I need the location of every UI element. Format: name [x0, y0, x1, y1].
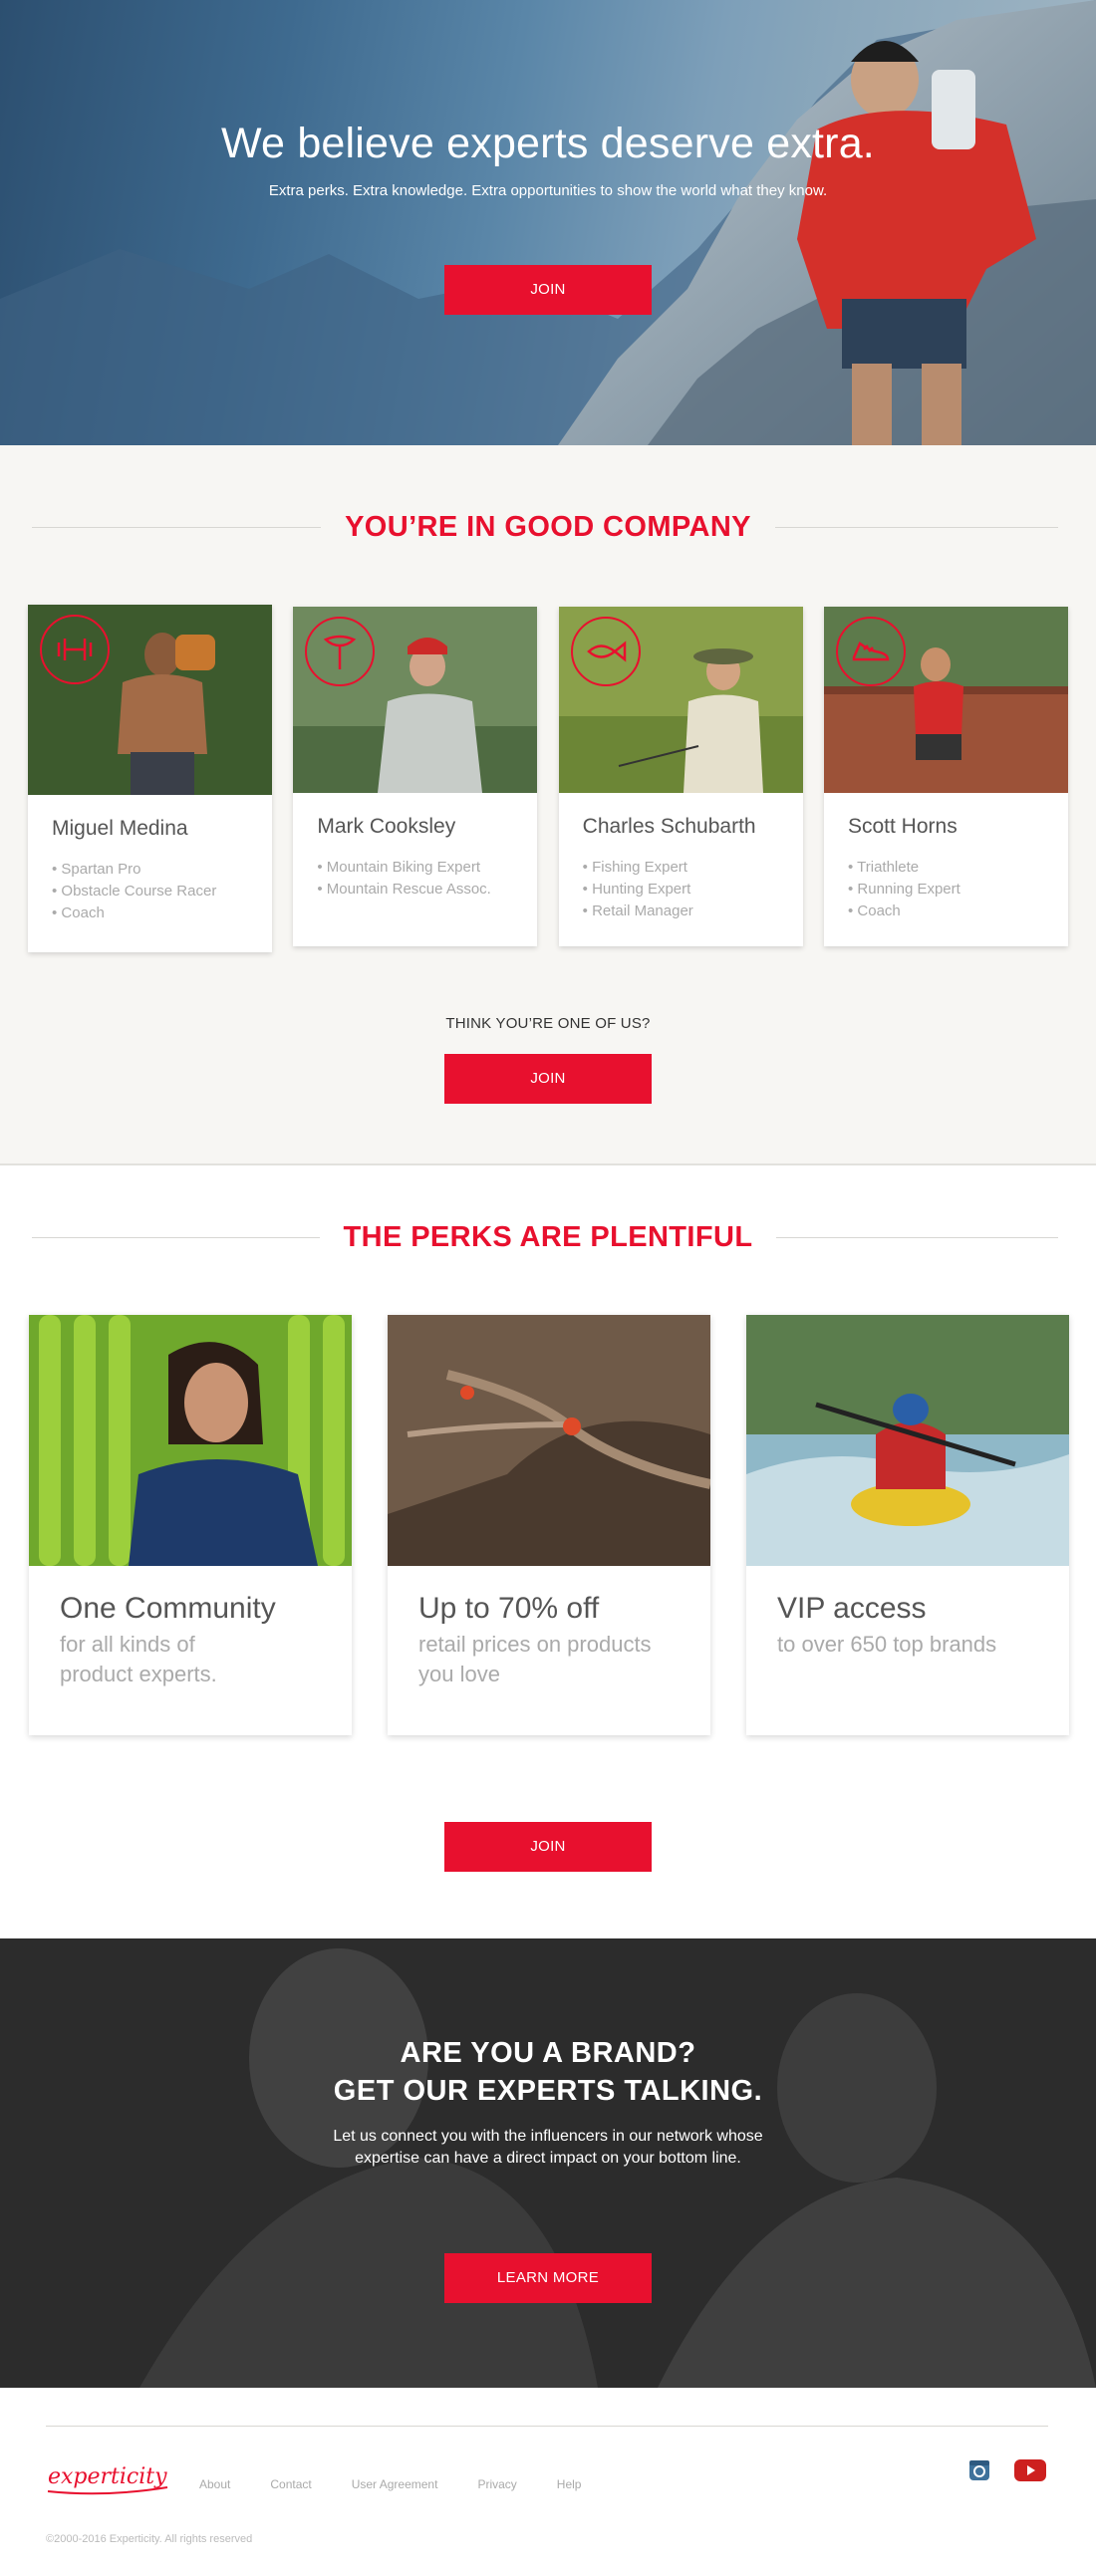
perks-heading-text: THE PERKS ARE PLENTIFUL: [319, 1220, 777, 1254]
perk-description: for all kinds of product experts.: [60, 1632, 217, 1686]
company-cta: THINK YOU’RE ONE OF US? JOIN: [0, 1015, 1096, 1104]
experticity-logo[interactable]: experticity: [46, 2457, 171, 2502]
expert-tag: Running Expert: [848, 879, 1044, 901]
expert-name: Miguel Medina: [52, 817, 188, 840]
perk-card[interactable]: One Community for all kinds of product e…: [29, 1315, 352, 1735]
perk-photo: [388, 1315, 710, 1566]
footer-rule: [46, 2426, 1048, 2427]
expert-photo: [28, 605, 272, 795]
youtube-icon[interactable]: [1014, 2459, 1046, 2486]
expert-tags: Spartan Pro Obstacle Course Racer Coach: [52, 859, 248, 924]
footer: experticity About Contact User Agreement…: [0, 2388, 1096, 2576]
hero-subtitle: Extra perks. Extra knowledge. Extra oppo…: [268, 182, 828, 199]
perk-photo: [746, 1315, 1069, 1566]
perks-cta: JOIN: [0, 1822, 1096, 1872]
perk-card[interactable]: VIP access to over 650 top brands: [746, 1315, 1069, 1735]
perks-section: THE PERKS ARE PLENTIFUL One Community fo…: [0, 1165, 1096, 1938]
instagram-icon[interactable]: [968, 2459, 990, 2486]
perks-join-button[interactable]: JOIN: [444, 1822, 652, 1872]
footer-link-contact[interactable]: Contact: [270, 2477, 311, 2491]
brand-description: Let us connect you with the influencers …: [0, 2126, 1096, 2170]
learn-more-button[interactable]: LEARN MORE: [444, 2253, 652, 2303]
perk-photo: [29, 1315, 352, 1566]
brand-section: ARE YOU A BRAND? GET OUR EXPERTS TALKING…: [0, 1938, 1096, 2388]
expert-body: Charles Schubarth Fishing Expert Hunting…: [559, 793, 803, 946]
expert-tag: Triathlete: [848, 857, 1044, 879]
perk-description: retail prices on products you love: [418, 1632, 652, 1686]
company-join-button[interactable]: JOIN: [444, 1054, 652, 1104]
expert-body: Miguel Medina Spartan Pro Obstacle Cours…: [28, 795, 272, 948]
expert-cards: Miguel Medina Spartan Pro Obstacle Cours…: [28, 605, 1068, 952]
footer-link-user-agreement[interactable]: User Agreement: [352, 2477, 438, 2491]
expert-tags: Fishing Expert Hunting Expert Retail Man…: [583, 857, 779, 922]
expert-card[interactable]: Charles Schubarth Fishing Expert Hunting…: [558, 607, 803, 946]
experticity-logo-image: experticity: [47, 2464, 168, 2495]
brand-content: ARE YOU A BRAND? GET OUR EXPERTS TALKING…: [0, 2034, 1096, 2303]
perk-body: One Community for all kinds of product e…: [29, 1566, 352, 1715]
bike-seat-icon: [305, 617, 376, 686]
expert-name: Charles Schubarth: [582, 815, 756, 838]
expert-tag: Obstacle Course Racer: [52, 881, 248, 902]
expert-card[interactable]: Mark Cooksley Mountain Biking Expert Mou…: [293, 607, 538, 946]
social-links: [968, 2459, 1046, 2486]
expert-photo: [823, 607, 1068, 793]
brand-title: ARE YOU A BRAND? GET OUR EXPERTS TALKING…: [0, 2034, 1096, 2110]
expert-photo: [293, 607, 538, 793]
perk-body: Up to 70% off retail prices on products …: [388, 1566, 710, 1715]
brand-description-line1: Let us connect you with the influencers …: [333, 2128, 763, 2145]
fish-icon: [570, 617, 641, 686]
expert-tag: Retail Manager: [583, 901, 779, 922]
brand-title-line1: ARE YOU A BRAND?: [400, 2037, 696, 2069]
hero-join-button[interactable]: JOIN: [444, 265, 652, 315]
footer-link-about[interactable]: About: [199, 2477, 230, 2491]
hero-title: We believe experts deserve extra.: [221, 120, 875, 167]
expert-tag: Fishing Expert: [583, 857, 779, 879]
perk-title: Up to 70% off: [418, 1592, 600, 1625]
running-shoe-icon: [835, 617, 906, 686]
expert-body: Mark Cooksley Mountain Biking Expert Mou…: [293, 793, 537, 924]
footer-link-privacy[interactable]: Privacy: [477, 2477, 516, 2491]
expert-body: Scott Horns Triathlete Running Expert Co…: [824, 793, 1068, 946]
expert-tag: Mountain Biking Expert: [317, 857, 513, 879]
expert-tag: Mountain Rescue Assoc.: [317, 879, 513, 901]
expert-card[interactable]: Miguel Medina Spartan Pro Obstacle Cours…: [28, 605, 272, 952]
company-heading-text: YOU’RE IN GOOD COMPANY: [321, 510, 775, 544]
footer-link-help[interactable]: Help: [557, 2477, 582, 2491]
expert-tag: Coach: [52, 902, 248, 924]
footer-nav: About Contact User Agreement Privacy Hel…: [199, 2477, 621, 2491]
brand-description-line2: expertise can have a direct impact on yo…: [355, 2150, 741, 2167]
hero-content: We believe experts deserve extra. Extra …: [0, 120, 1096, 315]
perk-photo-image: [388, 1315, 710, 1566]
perk-title: VIP access: [777, 1592, 927, 1625]
expert-tag: Hunting Expert: [583, 879, 779, 901]
copyright: ©2000-2016 Experticity. All rights reser…: [46, 2533, 253, 2545]
perks-heading: THE PERKS ARE PLENTIFUL: [0, 1217, 1096, 1257]
expert-photo: [558, 607, 803, 793]
perk-photo-image: [29, 1315, 352, 1566]
company-heading: YOU’RE IN GOOD COMPANY: [0, 507, 1096, 547]
perk-description: to over 650 top brands: [777, 1632, 997, 1657]
expert-tag: Coach: [848, 901, 1044, 922]
hero-banner: We believe experts deserve extra. Extra …: [0, 0, 1096, 445]
expert-tags: Mountain Biking Expert Mountain Rescue A…: [317, 857, 513, 901]
brand-title-line2: GET OUR EXPERTS TALKING.: [333, 2075, 763, 2107]
dumbbell-icon: [40, 615, 110, 684]
good-company-section: YOU’RE IN GOOD COMPANY Miguel Medina • S…: [0, 445, 1096, 1165]
company-cta-prompt: THINK YOU’RE ONE OF US?: [445, 1015, 651, 1032]
expert-tags: Triathlete Running Expert Coach: [848, 857, 1044, 922]
perk-cards: One Community for all kinds of product e…: [29, 1315, 1069, 1735]
perk-photo-image: [746, 1315, 1069, 1566]
expert-name: Scott Horns: [847, 815, 958, 838]
svg-text:experticity: experticity: [48, 2464, 167, 2489]
perk-body: VIP access to over 650 top brands: [746, 1566, 1069, 1685]
expert-card[interactable]: Scott Horns Triathlete Running Expert Co…: [823, 607, 1068, 946]
expert-name: Mark Cooksley: [317, 815, 456, 838]
expert-tag: Spartan Pro: [52, 859, 248, 881]
perk-title: One Community: [60, 1592, 276, 1625]
perk-card[interactable]: Up to 70% off retail prices on products …: [388, 1315, 710, 1735]
